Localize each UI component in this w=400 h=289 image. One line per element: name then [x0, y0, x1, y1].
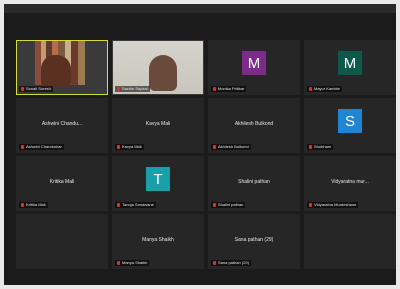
participant-tile[interactable]: M Mayur Kamble	[304, 40, 396, 95]
gallery-grid: Sonali Suresh Sachin Sapkal M Monika Pritik…	[16, 40, 396, 269]
participant-display-name: Kavya Mali	[145, 121, 171, 127]
meeting-window: Sonali Suresh Sachin Sapkal M Monika Pritik…	[4, 4, 396, 285]
participant-name-label: Vidyaratna Murdeshwar	[307, 202, 359, 208]
empty-tile	[16, 214, 108, 269]
muted-mic-icon	[309, 145, 312, 149]
participant-tile[interactable]: Manya Shaikh Manya Shaikh	[112, 214, 204, 269]
muted-mic-icon	[213, 261, 216, 265]
participant-name-label: Tanuja Sonawane	[115, 202, 156, 208]
window-top-bar	[4, 4, 396, 13]
participant-tile[interactable]: Kavya Mali Kavya Mali	[112, 98, 204, 153]
muted-mic-icon	[213, 87, 216, 91]
participant-name: Akhilesh Bulkond	[218, 144, 249, 149]
participant-name-label: Sonali Suresh	[19, 86, 53, 92]
muted-mic-icon	[117, 87, 120, 91]
participant-name-label: Monika Pritikar	[211, 86, 247, 92]
participant-display-name: Akhilesh Bulkond	[234, 121, 274, 127]
participant-name: Monika Pritikar	[218, 86, 245, 91]
avatar: M	[242, 51, 266, 75]
muted-mic-icon	[309, 87, 312, 91]
participant-tile[interactable]: Shalini pathan Shalini pathan	[208, 156, 300, 211]
participant-tile[interactable]: Sachin Sapkal	[112, 40, 204, 95]
participant-tile[interactable]: Vidyaratna mur... Vidyaratna Murdeshwar	[304, 156, 396, 211]
participant-name: Sonali Suresh	[26, 86, 51, 91]
muted-mic-icon	[213, 145, 216, 149]
participant-name: Sana pathan (29)	[218, 260, 249, 265]
participant-tile[interactable]: Akhilesh Bulkond Akhilesh Bulkond	[208, 98, 300, 153]
avatar: S	[338, 109, 362, 133]
muted-mic-icon	[117, 145, 120, 149]
participant-name: Kavya Mali	[122, 144, 142, 149]
participant-tile[interactable]: Kritika Mali Kritika Mali	[16, 156, 108, 211]
participant-name: Manya Shaikh	[122, 260, 148, 265]
participant-display-name: Manya Shaikh	[142, 237, 174, 243]
avatar: T	[146, 167, 170, 191]
participant-name-label: Manya Shaikh	[115, 260, 150, 266]
participant-name: Shalini pathan	[218, 202, 244, 207]
avatar: M	[338, 51, 362, 75]
participant-display-name: Vidyaratna mur...	[331, 179, 369, 185]
participant-name-label: Shalini pathan	[211, 202, 246, 208]
muted-mic-icon	[21, 203, 24, 207]
participant-display-name: Kritika Mali	[49, 179, 75, 185]
participant-tile[interactable]: T Tanuja Sonawane	[112, 156, 204, 211]
muted-mic-icon	[117, 261, 120, 265]
participant-tile[interactable]: S Shubham	[304, 98, 396, 153]
empty-tile	[304, 214, 396, 269]
participant-name-label: Kavya Mali	[115, 144, 144, 150]
participant-display-name: Ashwini Chandu...	[41, 121, 83, 127]
person-silhouette	[41, 55, 71, 87]
participant-display-name: Sana pathan (29)	[234, 237, 274, 243]
participant-tile[interactable]: Sonali Suresh	[16, 40, 108, 95]
person-silhouette	[149, 55, 177, 91]
participant-name-label: Mayur Kamble	[307, 86, 342, 92]
participant-name: Sachin Sapkal	[122, 86, 148, 91]
muted-mic-icon	[309, 203, 312, 207]
participant-name: Shubham	[314, 144, 332, 149]
participant-name-label: Sachin Sapkal	[115, 86, 150, 92]
participant-tile[interactable]: M Monika Pritikar	[208, 40, 300, 95]
muted-mic-icon	[21, 87, 24, 91]
participant-name: Mayur Kamble	[314, 86, 340, 91]
participant-name: Kritika Mali	[26, 202, 46, 207]
participant-name-label: Ashwini Chandurkar	[19, 144, 64, 150]
participant-name-label: Kritika Mali	[19, 202, 48, 208]
participant-name: Tanuja Sonawane	[122, 202, 154, 207]
participant-name: Vidyaratna Murdeshwar	[314, 202, 357, 207]
muted-mic-icon	[117, 203, 120, 207]
participant-name-label: Shubham	[307, 144, 334, 150]
muted-mic-icon	[21, 145, 24, 149]
participant-name: Ashwini Chandurkar	[26, 144, 62, 149]
participant-name-label: Sana pathan (29)	[211, 260, 251, 266]
participant-name-label: Akhilesh Bulkond	[211, 144, 251, 150]
participant-tile[interactable]: Ashwini Chandu... Ashwini Chandurkar	[16, 98, 108, 153]
participant-tile[interactable]: Sana pathan (29) Sana pathan (29)	[208, 214, 300, 269]
muted-mic-icon	[213, 203, 216, 207]
participant-display-name: Shalini pathan	[238, 179, 270, 185]
